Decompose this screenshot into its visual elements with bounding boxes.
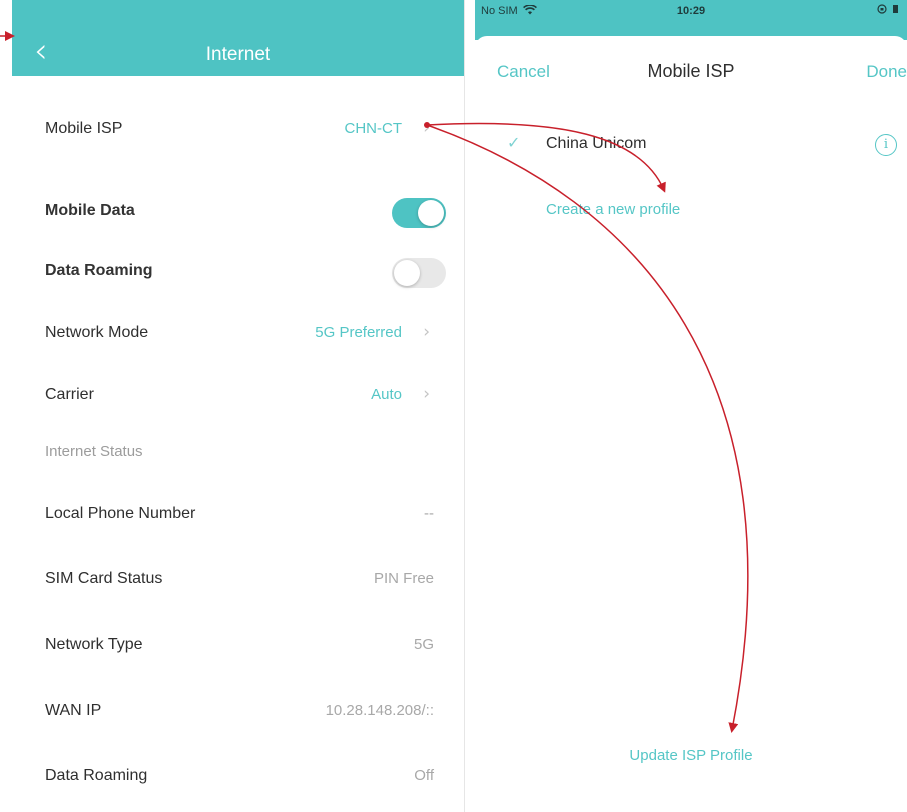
- clock: 10:29: [676, 5, 706, 17]
- battery-icon: [893, 5, 898, 13]
- toggle-knob: [418, 200, 444, 226]
- row-label: Mobile ISP: [45, 120, 123, 137]
- row-label: Network Type: [45, 636, 143, 653]
- info-icon[interactable]: i: [875, 134, 897, 156]
- data-roaming-toggle[interactable]: [392, 258, 446, 288]
- row-label: Data Roaming: [45, 262, 153, 279]
- internet-settings-screen: ‹ Internet Mobile ISP CHN-CT › Mobile Da…: [12, 0, 465, 812]
- data-roaming-status-value: Off: [414, 767, 434, 784]
- mobile-isp-row[interactable]: Mobile ISP CHN-CT ›: [12, 110, 464, 150]
- data-roaming-row: Data Roaming: [12, 252, 464, 292]
- row-label: SIM Card Status: [45, 570, 163, 587]
- row-label: Data Roaming: [45, 767, 148, 784]
- isp-name: China Unicom: [546, 135, 647, 152]
- update-isp-profile-link[interactable]: Update ISP Profile: [475, 747, 907, 764]
- row-label: Local Phone Number: [45, 505, 196, 522]
- wan-ip-value: 10.28.148.208/::: [325, 702, 434, 719]
- chevron-right-icon: ›: [423, 118, 430, 138]
- row-label: WAN IP: [45, 702, 102, 719]
- sim-card-status-row: SIM Card Status PIN Free: [12, 560, 464, 600]
- network-mode-row[interactable]: Network Mode 5G Preferred ›: [12, 314, 464, 354]
- local-phone-number-row: Local Phone Number --: [12, 495, 464, 535]
- wan-ip-row: WAN IP 10.28.148.208/::: [12, 692, 464, 732]
- mobile-data-row: Mobile Data: [12, 192, 464, 232]
- row-label: Mobile Data: [45, 202, 135, 219]
- chevron-right-icon: ›: [423, 322, 430, 342]
- modal-sheet: Cancel Mobile ISP Done ✓ China Unicom i …: [475, 36, 907, 812]
- mobile-isp-screen: No SIM 10:29 Cancel Mobile ISP Done ✓ Ch…: [475, 0, 907, 812]
- local-phone-number-value: --: [424, 505, 434, 522]
- row-label: Carrier: [45, 386, 94, 403]
- status-icons: [877, 4, 899, 16]
- section-label: Internet Status: [45, 443, 143, 460]
- mobile-isp-value: CHN-CT: [344, 120, 403, 137]
- orientation-lock-icon: [877, 4, 887, 14]
- sim-card-status-value: PIN Free: [373, 570, 434, 587]
- status-bar: No SIM 10:29: [475, 0, 907, 40]
- network-mode-value: 5G Preferred: [315, 324, 402, 341]
- toggle-knob: [394, 260, 420, 286]
- chevron-right-icon: ›: [423, 384, 430, 404]
- data-roaming-status-row: Data Roaming Off: [12, 757, 464, 797]
- network-type-value: 5G: [413, 636, 434, 653]
- done-button[interactable]: Done: [866, 62, 907, 82]
- page-title: Internet: [205, 44, 271, 65]
- carrier-value: Auto: [371, 386, 402, 403]
- network-type-row: Network Type 5G: [12, 626, 464, 666]
- internet-status-section-header: Internet Status: [12, 433, 464, 473]
- sheet-title: Mobile ISP: [647, 61, 735, 81]
- create-profile-link[interactable]: Create a new profile: [546, 201, 680, 218]
- header-bar: ‹ Internet: [12, 0, 464, 76]
- checkmark-icon: ✓: [507, 133, 521, 152]
- carrier-row[interactable]: Carrier Auto ›: [12, 376, 464, 416]
- mobile-data-toggle[interactable]: [392, 198, 446, 228]
- row-label: Network Mode: [45, 324, 149, 341]
- isp-item-china-unicom[interactable]: ✓ China Unicom i: [475, 124, 907, 164]
